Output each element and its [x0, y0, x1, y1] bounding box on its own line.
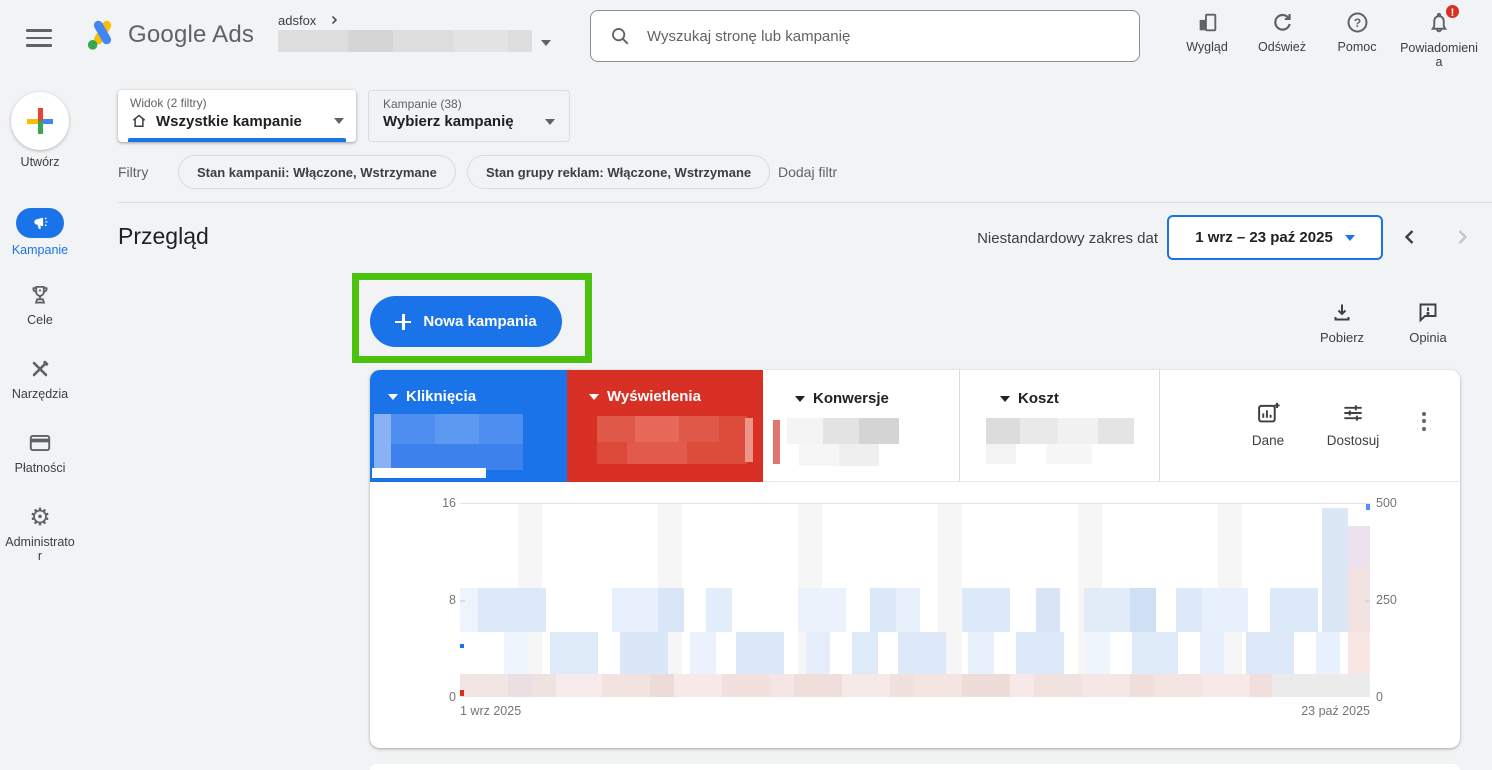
sidebar-item-campaigns[interactable]: Kampanie — [0, 208, 80, 257]
new-campaign-button[interactable]: Nowa kampania — [370, 296, 562, 347]
timeseries-chart-redacted[interactable] — [460, 503, 1370, 697]
multicolor-plus-icon — [27, 108, 53, 134]
home-icon — [130, 112, 148, 130]
overview-chart-card: Kliknięcia Wyświetlenia Konwersje Koszt — [370, 370, 1460, 748]
svg-text:?: ? — [1353, 16, 1360, 30]
trophy-icon — [0, 282, 80, 308]
sidebar-item-billing[interactable]: Płatności — [0, 430, 80, 475]
tab-row-border — [763, 481, 1460, 482]
notifications-button[interactable]: ! Powiadomienia — [1395, 3, 1483, 70]
sidebar-item-admin[interactable]: ⚙ Administrator — [0, 504, 80, 563]
sidebar-item-goals[interactable]: Cele — [0, 282, 80, 327]
feedback-button[interactable]: Opinia — [1396, 300, 1460, 345]
appearance-icon — [1165, 10, 1249, 35]
filters-label: Filtry — [118, 164, 149, 180]
left-axis-tick-16: 16 — [442, 496, 456, 510]
google-ads-app: Google Ads adsfox Wygląd Odśwież — [0, 0, 1492, 770]
right-axis-tick-250: 250 — [1376, 593, 1397, 607]
breadcrumb-chevron-icon — [328, 14, 340, 26]
view-caret-icon — [334, 118, 344, 124]
metric-tab-impressions[interactable]: Wyświetlenia — [567, 370, 763, 482]
campaigns-active-pill — [16, 208, 64, 238]
clicks-selected-bar — [372, 468, 486, 478]
chart-add-icon — [1233, 400, 1303, 426]
account-name-redacted — [278, 30, 532, 52]
clicks-caret-icon — [388, 393, 398, 400]
metric-tab-cost[interactable]: Koszt — [960, 370, 1160, 482]
metric-tab-conversions[interactable]: Konwersje — [763, 370, 960, 482]
chart-tools-panel: Dane Dostosuj — [1160, 370, 1460, 482]
left-axis-tick-8: 8 — [449, 593, 456, 607]
search-icon — [609, 25, 631, 47]
sliders-icon — [1318, 400, 1388, 426]
cost-value-redacted — [986, 418, 1136, 466]
page-title: Przegląd — [118, 223, 209, 249]
more-options-kebab-icon[interactable] — [1422, 408, 1426, 434]
breadcrumb-account[interactable]: adsfox — [278, 13, 316, 28]
help-button[interactable]: ? Pomoc — [1315, 10, 1399, 54]
next-card-top-edge — [370, 764, 1460, 770]
search-input[interactable] — [645, 26, 1121, 46]
divider — [118, 202, 1492, 203]
download-icon — [1310, 300, 1374, 324]
conversions-caret-icon — [795, 395, 805, 402]
date-range-label: Niestandardowy zakres dat — [977, 230, 1158, 247]
megaphone-icon — [31, 214, 50, 233]
help-icon: ? — [1315, 10, 1399, 35]
left-axis-tick-0: 0 — [449, 690, 456, 704]
filter-chip-adgroup-status[interactable]: Stan grupy reklam: Włączone, Wstrzymane — [467, 155, 771, 189]
right-axis-tick-0: 0 — [1376, 690, 1383, 704]
google-ads-logo-icon — [84, 16, 121, 53]
search-bar[interactable] — [590, 10, 1140, 62]
account-caret-icon[interactable] — [541, 40, 551, 46]
app-title: Google Ads — [128, 21, 255, 48]
next-period-button[interactable] — [1450, 225, 1474, 249]
view-selector[interactable]: Widok (2 filtry) Wszystkie kampanie — [118, 90, 356, 142]
appearance-button[interactable]: Wygląd — [1165, 10, 1249, 54]
conversions-value-redacted — [773, 418, 923, 466]
date-range-selector[interactable]: 1 wrz – 23 paź 2025 — [1167, 215, 1383, 260]
impressions-caret-icon — [589, 393, 599, 400]
create-button[interactable] — [11, 92, 69, 150]
prev-period-button[interactable] — [1398, 225, 1422, 249]
date-caret-icon — [1344, 234, 1355, 241]
impressions-value-redacted — [597, 416, 757, 466]
x-axis-end-label: 23 paź 2025 — [1301, 704, 1370, 718]
refresh-button[interactable]: Odśwież — [1240, 10, 1324, 54]
campaign-selector[interactable]: Kampanie (38) Wybierz kampanię — [368, 90, 570, 142]
add-filter-button[interactable]: Dodaj filtr — [778, 164, 837, 180]
refresh-icon — [1240, 10, 1324, 35]
tools-icon — [0, 356, 80, 382]
credit-card-icon — [0, 430, 80, 456]
sidebar-item-create[interactable]: Utwórz — [0, 92, 80, 169]
clicks-value-redacted — [374, 414, 560, 472]
x-axis-start-label: 1 wrz 2025 — [460, 704, 522, 718]
gear-icon: ⚙ — [29, 503, 51, 531]
data-button[interactable]: Dane — [1233, 400, 1303, 448]
bell-icon: ! — [1426, 3, 1461, 36]
plus-icon — [395, 313, 412, 330]
feedback-icon — [1396, 300, 1460, 324]
download-button[interactable]: Pobierz — [1310, 300, 1374, 345]
cost-caret-icon — [1000, 395, 1010, 402]
right-axis-tick-500: 500 — [1376, 496, 1397, 510]
notification-badge: ! — [1444, 3, 1461, 20]
metric-tab-clicks[interactable]: Kliknięcia — [370, 370, 567, 482]
view-selector-underline — [128, 138, 346, 142]
customize-button[interactable]: Dostosuj — [1318, 400, 1388, 448]
sidebar-item-tools[interactable]: Narzędzia — [0, 356, 80, 401]
menu-hamburger-icon[interactable] — [26, 24, 52, 52]
filter-chip-campaign-status[interactable]: Stan kampanii: Włączone, Wstrzymane — [178, 155, 456, 189]
campaign-caret-icon — [545, 118, 555, 125]
